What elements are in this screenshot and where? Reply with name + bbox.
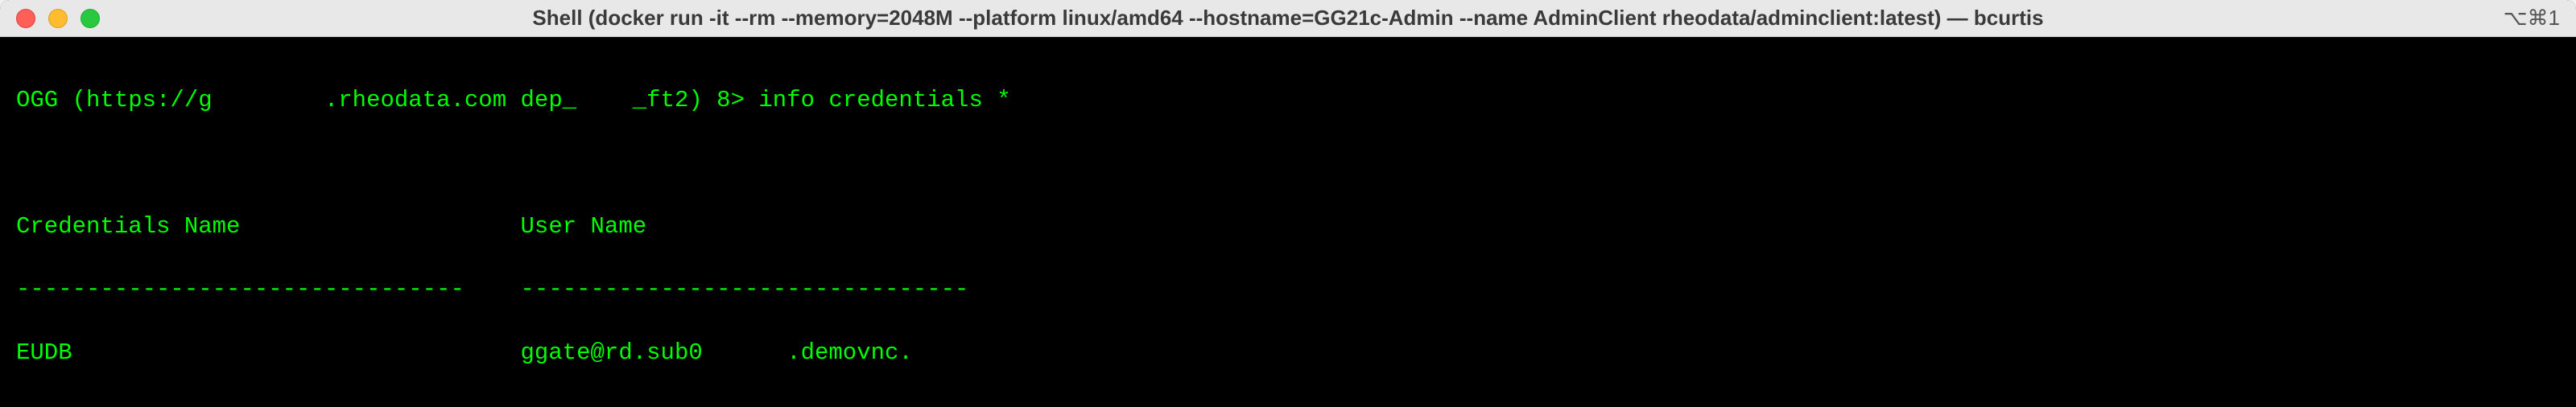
traffic-lights [16, 9, 100, 28]
redacted-text: ████ [576, 84, 633, 116]
terminal-window: Shell (docker run -it --rm --memory=2048… [0, 0, 2576, 407]
redacted-text: ████████ [213, 84, 324, 116]
titlebar[interactable]: Shell (docker run -it --rm --memory=2048… [0, 0, 2576, 37]
table-separator: -------------------------------- -------… [16, 273, 2560, 305]
table-row: EUDB ggate@rd.sub0██████.demovnc. [16, 337, 2560, 368]
minimize-icon[interactable] [48, 9, 68, 28]
close-icon[interactable] [16, 9, 35, 28]
window-title: Shell (docker run -it --rm --memory=2048… [532, 6, 2043, 31]
redacted-text: ██████ [703, 337, 786, 368]
prompt-prefix: OGG (https://g [16, 87, 213, 113]
column-header-username: User Name [521, 213, 647, 240]
blank-line [16, 400, 2560, 407]
credential-name: EUDB [16, 339, 72, 366]
maximize-icon[interactable] [80, 9, 100, 28]
blank-line [16, 148, 2560, 179]
keyboard-shortcut-indicator: ⌥⌘1 [2504, 6, 2560, 31]
column-header-credentials: Credentials Name [16, 213, 240, 240]
prompt-line-1: OGG (https://g████████.rheodata.com dep_… [16, 84, 2560, 116]
command-text: info credentials * [745, 87, 1011, 113]
terminal-content[interactable]: OGG (https://g████████.rheodata.com dep_… [0, 37, 2576, 407]
username-suffix: .demovnc. [786, 339, 913, 366]
prompt-mid: .rheodata.com dep_ [324, 87, 576, 113]
separator: -------------------------------- [521, 276, 969, 302]
username-prefix: ggate@rd.sub0 [521, 339, 703, 366]
table-header: Credentials Name User Name [16, 211, 2560, 242]
separator: -------------------------------- [16, 276, 464, 302]
prompt-suffix: _ft2) 8> [633, 87, 745, 113]
